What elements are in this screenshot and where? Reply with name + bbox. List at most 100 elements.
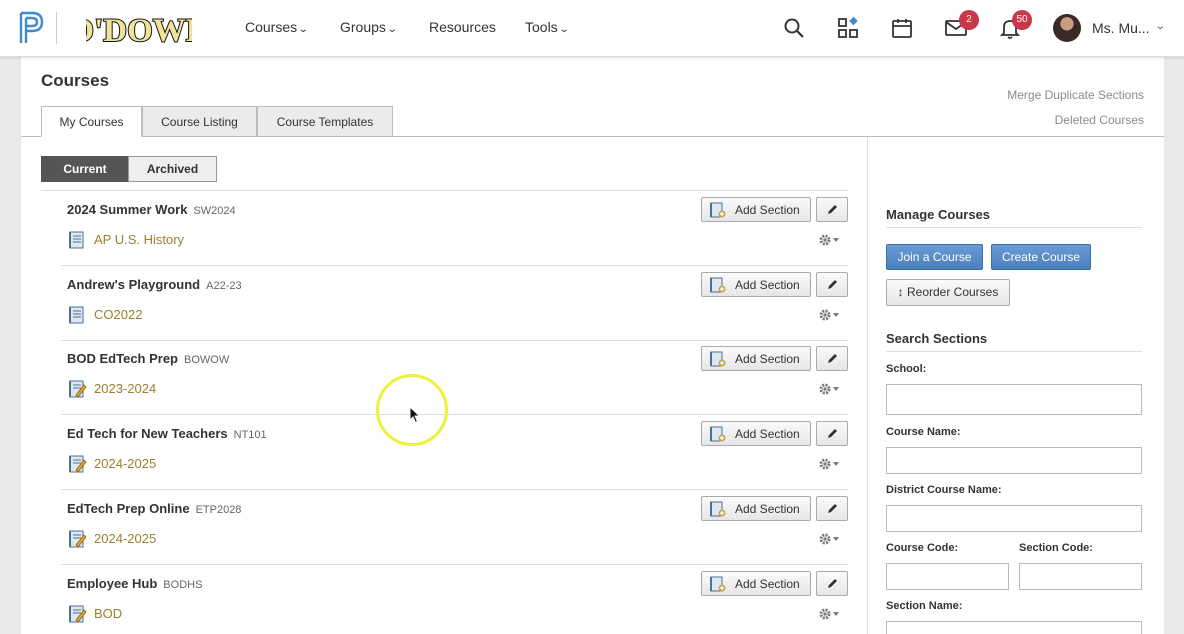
add-section-button[interactable]: Add Section bbox=[701, 197, 811, 222]
apps-icon[interactable] bbox=[836, 16, 860, 40]
section-link[interactable]: CO2022 bbox=[94, 307, 142, 322]
pencil-icon bbox=[828, 429, 837, 439]
chevron-down-icon: ⌄ bbox=[297, 24, 309, 35]
nav-groups-menu[interactable]: Groups⌄ bbox=[340, 19, 398, 35]
section-link[interactable]: AP U.S. History bbox=[94, 232, 184, 247]
reorder-courses-button[interactable]: ↕ Reorder Courses bbox=[886, 279, 1010, 306]
gear-icon[interactable] bbox=[818, 457, 842, 471]
course-title[interactable]: Ed Tech for New Teachers bbox=[67, 426, 228, 441]
course-title[interactable]: 2024 Summer Work bbox=[67, 202, 187, 217]
create-course-button[interactable]: Create Course bbox=[991, 244, 1091, 270]
manage-courses-rule bbox=[886, 227, 1142, 228]
course-title[interactable]: EdTech Prep Online bbox=[67, 501, 190, 516]
pencil-icon bbox=[828, 503, 837, 513]
add-section-button[interactable]: Add Section bbox=[701, 570, 811, 596]
archived-toggle[interactable]: Archived bbox=[128, 156, 217, 182]
course-title[interactable]: BOD EdTech Prep bbox=[67, 351, 178, 366]
edit-course-button[interactable] bbox=[816, 271, 848, 297]
course-name-field[interactable] bbox=[886, 447, 1142, 474]
course-title[interactable]: Employee Hub bbox=[67, 576, 157, 591]
course-notebook-pencil-icon bbox=[67, 455, 87, 473]
nav-tools-menu[interactable]: Tools⌄ bbox=[525, 19, 569, 35]
course-code: NT101 bbox=[233, 429, 267, 442]
join-course-button[interactable]: Join a Course bbox=[886, 244, 983, 270]
course-code-label: Course Code: bbox=[886, 542, 959, 554]
section-code-field[interactable] bbox=[1019, 563, 1142, 590]
section-link[interactable]: 2023-2024 bbox=[94, 381, 156, 396]
avatar[interactable] bbox=[1053, 14, 1081, 42]
pencil-icon bbox=[828, 279, 837, 289]
nav-tools-label: Tools bbox=[525, 19, 558, 35]
add-section-icon bbox=[709, 277, 727, 293]
school-field[interactable] bbox=[886, 384, 1142, 415]
manage-courses-heading: Manage Courses bbox=[886, 207, 991, 222]
course-row: 2024 Summer Work SW2024 AP U.S. History Add… bbox=[61, 191, 848, 266]
edit-course-button[interactable] bbox=[816, 421, 848, 447]
course-name[interactable]: 2024 Summer Work SW2024 bbox=[67, 202, 236, 217]
chevron-down-icon: ⌄ bbox=[386, 24, 398, 35]
edit-course-button[interactable] bbox=[816, 495, 848, 521]
add-section-icon bbox=[709, 202, 727, 218]
course-title[interactable]: Andrew's Playground bbox=[67, 277, 200, 292]
calendar-icon[interactable] bbox=[890, 16, 914, 40]
svg-text:O'DOWD: O'DOWD bbox=[86, 13, 192, 48]
gear-icon[interactable] bbox=[818, 532, 842, 546]
add-section-label: Add Section bbox=[735, 427, 800, 442]
current-toggle[interactable]: Current bbox=[41, 156, 129, 182]
section-link[interactable]: 2024-2025 bbox=[94, 456, 156, 471]
tab-course-listing[interactable]: Course Listing bbox=[142, 106, 257, 137]
search-sections-heading: Search Sections bbox=[886, 331, 988, 346]
school-label: School: bbox=[886, 363, 927, 375]
deleted-courses-link[interactable]: Deleted Courses bbox=[1055, 113, 1144, 127]
gear-icon[interactable] bbox=[818, 233, 842, 247]
nav-resources-link[interactable]: Resources bbox=[429, 19, 496, 35]
section-link[interactable]: BOD bbox=[94, 606, 122, 621]
course-code: A22-23 bbox=[206, 279, 242, 292]
add-section-button[interactable]: Add Section bbox=[701, 495, 811, 521]
add-section-button[interactable]: Add Section bbox=[701, 421, 811, 447]
course-code: ETP2028 bbox=[195, 503, 242, 516]
section-link[interactable]: 2024-2025 bbox=[94, 531, 156, 546]
course-code: SW2024 bbox=[193, 205, 236, 217]
powerschool-logo-icon[interactable] bbox=[18, 11, 46, 45]
nav-resources-label: Resources bbox=[429, 19, 496, 35]
nav-groups-label: Groups bbox=[340, 19, 386, 35]
chevron-down-icon[interactable]: ⌄ bbox=[1155, 21, 1166, 32]
course-name[interactable]: Andrew's Playground A22-23 bbox=[67, 277, 242, 292]
course-row: Andrew's Playground A22-23 CO2022 Add Secti… bbox=[61, 266, 848, 341]
course-code: BOWOW bbox=[184, 354, 230, 367]
tab-course-templates[interactable]: Course Templates bbox=[257, 106, 393, 137]
add-section-icon bbox=[709, 576, 727, 592]
add-section-icon bbox=[709, 501, 727, 517]
nav-courses-menu[interactable]: Courses⌄ bbox=[245, 19, 309, 35]
district-course-name-field[interactable] bbox=[886, 505, 1142, 532]
course-code-field[interactable] bbox=[886, 563, 1009, 590]
course-notebook-icon bbox=[67, 306, 87, 324]
course-notebook-pencil-icon bbox=[67, 605, 87, 623]
gear-icon[interactable] bbox=[818, 382, 842, 396]
merge-duplicate-sections-link[interactable]: Merge Duplicate Sections bbox=[1007, 88, 1144, 102]
school-brand-logo[interactable]: O'DOWD bbox=[86, 8, 192, 48]
add-section-label: Add Section bbox=[735, 576, 800, 591]
edit-course-button[interactable] bbox=[816, 570, 848, 596]
add-section-button[interactable]: Add Section bbox=[701, 271, 811, 297]
course-name[interactable]: Employee Hub BODHS bbox=[67, 576, 202, 591]
add-section-icon bbox=[709, 351, 727, 367]
add-section-button[interactable]: Add Section bbox=[701, 346, 811, 372]
course-name[interactable]: BOD EdTech Prep BOWOW bbox=[67, 351, 229, 366]
section-code-label: Section Code: bbox=[1019, 542, 1093, 554]
section-name-field[interactable] bbox=[886, 621, 1142, 634]
gear-icon[interactable] bbox=[818, 607, 842, 621]
search-icon[interactable] bbox=[782, 16, 806, 40]
course-name[interactable]: Ed Tech for New Teachers NT101 bbox=[67, 426, 267, 441]
add-section-label: Add Section bbox=[735, 352, 800, 367]
edit-course-button[interactable] bbox=[816, 197, 848, 222]
edit-course-button[interactable] bbox=[816, 346, 848, 372]
column-divider bbox=[867, 137, 868, 634]
course-row: BOD EdTech Prep BOWOW 2023-2024 Add Section bbox=[61, 340, 848, 416]
tab-my-courses[interactable]: My Courses bbox=[41, 106, 142, 137]
user-name[interactable]: Ms. Mu... bbox=[1092, 20, 1150, 36]
course-name[interactable]: EdTech Prep Online ETP2028 bbox=[67, 501, 241, 516]
gear-icon[interactable] bbox=[818, 308, 842, 322]
pencil-icon bbox=[828, 205, 837, 214]
